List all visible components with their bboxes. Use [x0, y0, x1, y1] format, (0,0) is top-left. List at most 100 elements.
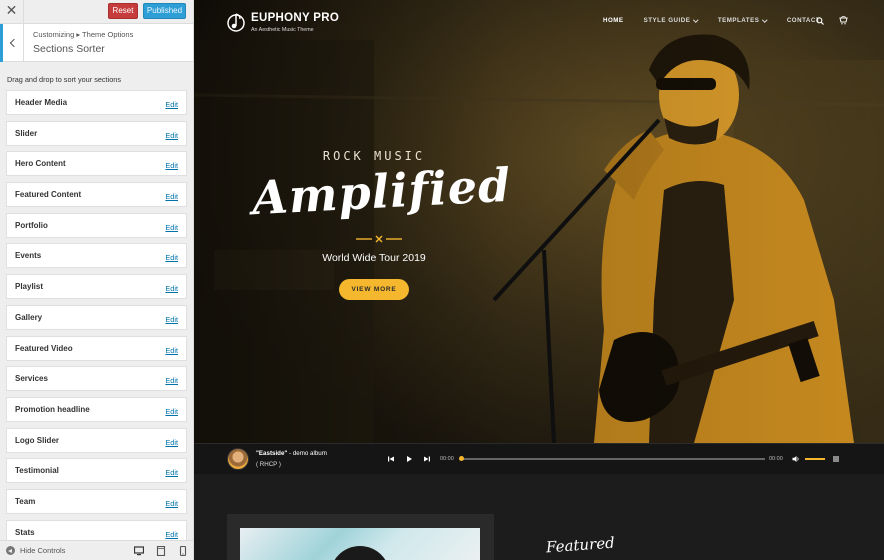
section-item[interactable]: Slider Edit	[6, 120, 187, 146]
site-preview: EUPHONY PRO An Aesthetic Music Theme HOM…	[194, 0, 884, 560]
section-edit-link[interactable]: Edit	[165, 438, 178, 447]
next-track-icon[interactable]	[423, 455, 431, 463]
playlist-icon[interactable]	[832, 455, 840, 463]
sort-hint: Drag and drop to sort your sections	[7, 75, 121, 84]
sections-list: Header Media Edit Slider Edit Hero Content Ed…	[6, 90, 187, 550]
site-name: EUPHONY PRO	[251, 11, 340, 24]
section-edit-link[interactable]: Edit	[165, 530, 178, 539]
audio-player: "Eastside" - demo album ( RHCP ) 00:00 0…	[194, 443, 884, 474]
site-logo[interactable]: EUPHONY PRO An Aesthetic Music Theme	[227, 11, 339, 33]
hide-controls-label: Hide Controls	[20, 546, 66, 555]
section-edit-link[interactable]: Edit	[165, 131, 178, 140]
hero-subtitle: World Wide Tour 2019	[322, 252, 426, 264]
volume-icon[interactable]	[792, 455, 800, 463]
section-edit-link[interactable]: Edit	[165, 253, 178, 262]
section-name: Logo Slider	[15, 435, 59, 445]
section-name: Playlist	[15, 282, 44, 292]
section-name: Portfolio	[15, 220, 48, 230]
section-item[interactable]: Header Media Edit	[6, 90, 187, 115]
section-edit-link[interactable]: Edit	[165, 376, 178, 385]
ornament-divider-icon	[356, 235, 402, 243]
chevron-down-icon	[693, 17, 699, 22]
view-more-button[interactable]: VIEW MORE	[339, 279, 409, 300]
track-artist: ( RHCP )	[256, 461, 281, 468]
section-item[interactable]: Testimonial Edit	[6, 458, 187, 484]
section-edit-link[interactable]: Edit	[165, 346, 178, 355]
section-edit-link[interactable]: Edit	[165, 499, 178, 508]
section-edit-link[interactable]: Edit	[165, 315, 178, 324]
section-name: Gallery	[15, 312, 43, 322]
hero-section: EUPHONY PRO An Aesthetic Music Theme HOM…	[194, 0, 884, 443]
section-item[interactable]: Services Edit	[6, 366, 187, 392]
section-item[interactable]: Featured Content Edit	[6, 182, 187, 208]
section-name: Featured Content	[15, 190, 82, 200]
mobile-preview-icon[interactable]	[178, 546, 188, 556]
section-item[interactable]: Gallery Edit	[6, 304, 187, 330]
section-edit-link[interactable]: Edit	[165, 284, 178, 293]
previous-track-icon[interactable]	[387, 455, 395, 463]
current-time: 00:00	[440, 456, 454, 462]
chevron-down-icon	[762, 17, 768, 22]
section-item[interactable]: Logo Slider Edit	[6, 427, 187, 453]
section-header: Customizing ▸ Theme Options Sections Sor…	[0, 24, 193, 62]
section-name: Featured Video	[15, 343, 73, 353]
progress-handle[interactable]	[459, 456, 464, 461]
back-arrow-icon[interactable]	[0, 24, 24, 62]
cart-icon[interactable]	[839, 16, 848, 25]
section-name: Stats	[15, 527, 35, 537]
section-edit-link[interactable]: Edit	[165, 192, 178, 201]
search-icon[interactable]	[816, 17, 824, 25]
music-note-logo-icon	[227, 13, 245, 32]
hide-controls-button[interactable]: Hide Controls	[6, 546, 65, 555]
section-edit-link[interactable]: Edit	[165, 407, 178, 416]
main-nav: HOME STYLE GUIDE TEMPLATES CONTACT	[603, 17, 820, 24]
section-name: Promotion headline	[15, 404, 90, 414]
section-name: Team	[15, 496, 36, 506]
track-name: "Eastside"	[256, 450, 288, 457]
featured-card	[227, 514, 494, 560]
collapse-icon	[6, 546, 15, 555]
reset-button[interactable]: Reset	[108, 3, 138, 19]
duration-time: 00:00	[769, 456, 783, 462]
featured-section: Featured	[194, 474, 884, 560]
nav-item-templates[interactable]: TEMPLATES	[717, 17, 768, 24]
section-edit-link[interactable]: Edit	[165, 468, 178, 477]
desktop-preview-icon[interactable]	[134, 546, 144, 556]
customizer-footer: Hide Controls	[0, 540, 193, 560]
breadcrumb: Customizing ▸ Theme Options	[33, 30, 134, 39]
panel-title: Sections Sorter	[33, 43, 105, 55]
nav-item-style-guide[interactable]: STYLE GUIDE	[643, 17, 699, 24]
featured-thumbnail[interactable]	[240, 528, 480, 560]
nav-item-label: STYLE GUIDE	[643, 17, 691, 24]
section-item[interactable]: Playlist Edit	[6, 274, 187, 300]
album-avatar	[227, 448, 249, 470]
section-item[interactable]: Promotion headline Edit	[6, 396, 187, 422]
section-name: Slider	[15, 128, 38, 138]
section-name: Events	[15, 251, 42, 261]
nav-item-label: TEMPLATES	[717, 17, 760, 24]
progress-bar[interactable]	[459, 456, 765, 461]
section-item[interactable]: Team Edit	[6, 488, 187, 514]
volume-slider[interactable]	[805, 458, 825, 460]
close-icon[interactable]: ✕	[0, 0, 24, 23]
section-edit-link[interactable]: Edit	[165, 161, 178, 170]
site-tagline: An Aesthetic Music Theme	[251, 26, 314, 33]
section-edit-link[interactable]: Edit	[165, 100, 178, 109]
customizer-panel: ✕ Reset Published Customizing ▸ Theme Op…	[0, 0, 194, 560]
featured-heading: Featured	[545, 533, 616, 557]
customizer-top-bar: ✕ Reset Published	[0, 0, 193, 24]
section-name: Services	[15, 374, 48, 384]
section-item[interactable]: Portfolio Edit	[6, 212, 187, 238]
section-name: Header Media	[15, 98, 68, 107]
section-item[interactable]: Hero Content Edit	[6, 151, 187, 177]
publish-button[interactable]: Published	[143, 3, 186, 19]
tablet-preview-icon[interactable]	[156, 546, 166, 556]
section-name: Hero Content	[15, 159, 66, 169]
play-icon[interactable]	[405, 455, 413, 463]
track-album: - demo album	[287, 450, 327, 457]
customizer-screen: ✕ Reset Published Customizing ▸ Theme Op…	[0, 0, 884, 560]
section-item[interactable]: Events Edit	[6, 243, 187, 269]
nav-item-home[interactable]: HOME	[603, 17, 624, 24]
section-item[interactable]: Featured Video Edit	[6, 335, 187, 361]
section-edit-link[interactable]: Edit	[165, 223, 178, 232]
